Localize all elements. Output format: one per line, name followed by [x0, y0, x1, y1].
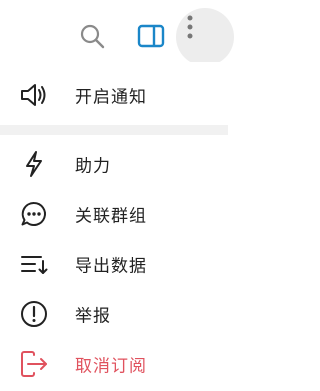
more-options-button[interactable] [176, 8, 234, 66]
speaker-icon [19, 80, 49, 110]
export-list-icon [19, 249, 49, 279]
page: 开启通知 助力 关联群组 导出数据 举报 取消订阅 [0, 0, 234, 391]
menu-item-label: 取消订阅 [75, 356, 147, 377]
alert-circle-icon [19, 299, 49, 329]
logout-icon [19, 349, 49, 379]
toggle-panel-button[interactable] [134, 20, 168, 52]
menu-item-label: 开启通知 [75, 87, 147, 108]
menu-item-label: 举报 [75, 306, 111, 327]
menu-divider [0, 125, 228, 135]
menu-item-enable-notifications[interactable]: 开启通知 [0, 70, 228, 120]
dropdown-menu: 开启通知 助力 关联群组 导出数据 举报 取消订阅 [0, 62, 228, 391]
menu-item-report[interactable]: 举报 [0, 289, 228, 339]
menu-item-boost[interactable]: 助力 [0, 139, 228, 189]
panel-icon [137, 24, 165, 48]
lightning-icon [19, 149, 49, 179]
more-vertical-icon [187, 15, 193, 39]
menu-item-label: 助力 [75, 156, 111, 177]
chat-bubble-icon [19, 199, 49, 229]
menu-item-export-data[interactable]: 导出数据 [0, 239, 228, 289]
menu-item-linked-groups[interactable]: 关联群组 [0, 189, 228, 239]
search-icon [80, 24, 105, 49]
menu-item-label: 关联群组 [75, 206, 147, 227]
top-toolbar [0, 0, 234, 66]
search-button[interactable] [76, 20, 108, 52]
menu-item-unsubscribe[interactable]: 取消订阅 [0, 339, 228, 389]
menu-item-label: 导出数据 [75, 256, 147, 277]
